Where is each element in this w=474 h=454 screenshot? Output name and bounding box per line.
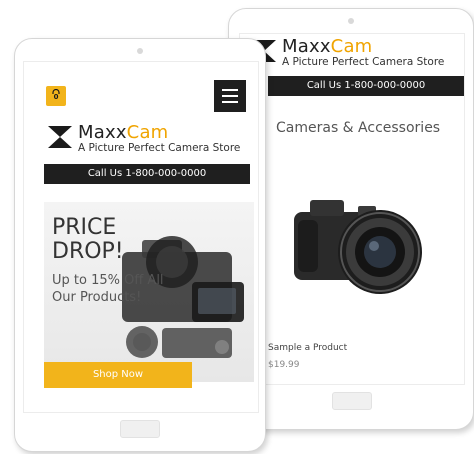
front-camera-dot (348, 18, 354, 24)
brand-name: MaxxCam (78, 122, 169, 143)
tablet-front: 0 MaxxCam A Picture Perfect Camera Store (14, 38, 266, 452)
hamburger-menu-icon[interactable] (214, 80, 246, 112)
cart-count-badge: 0 (53, 93, 59, 101)
brand-name: MaxxCam (282, 36, 373, 57)
hero-headline: PRICE DROP! (52, 215, 124, 264)
tagline: A Picture Perfect Camera Store (282, 56, 445, 68)
front-camera-dot (137, 48, 143, 54)
tablet-front-screen: 0 MaxxCam A Picture Perfect Camera Store (23, 61, 259, 413)
hero-subheadline: Up to 15% Off All Our Products! (52, 273, 164, 305)
call-us-bar[interactable]: Call Us 1-800-000-0000 (268, 76, 464, 96)
product-name[interactable]: Sample a Product (268, 343, 347, 353)
tagline: A Picture Perfect Camera Store (78, 142, 241, 154)
maxxcam-logo-icon (48, 126, 72, 148)
home-button[interactable] (332, 392, 372, 410)
device-mockup-stage: MaxxCam A Picture Perfect Camera Store C… (0, 0, 474, 454)
store-logo[interactable]: MaxxCam A Picture Perfect Camera Store (48, 124, 240, 154)
shop-now-button[interactable]: Shop Now (44, 362, 192, 388)
product-camera-image[interactable] (288, 186, 428, 310)
home-button[interactable] (120, 420, 160, 438)
product-price: $19.99 (268, 360, 300, 370)
store-logo[interactable]: MaxxCam A Picture Perfect Camera Store (252, 38, 444, 68)
section-title: Cameras & Accessories (276, 120, 441, 136)
hero-banner[interactable]: PRICE DROP! Up to 15% Off All Our Produc… (44, 202, 254, 382)
call-us-bar[interactable]: Call Us 1-800-000-0000 (44, 164, 250, 184)
tablet-back-screen: MaxxCam A Picture Perfect Camera Store C… (239, 33, 465, 385)
shopping-bag-icon[interactable]: 0 (46, 86, 66, 106)
